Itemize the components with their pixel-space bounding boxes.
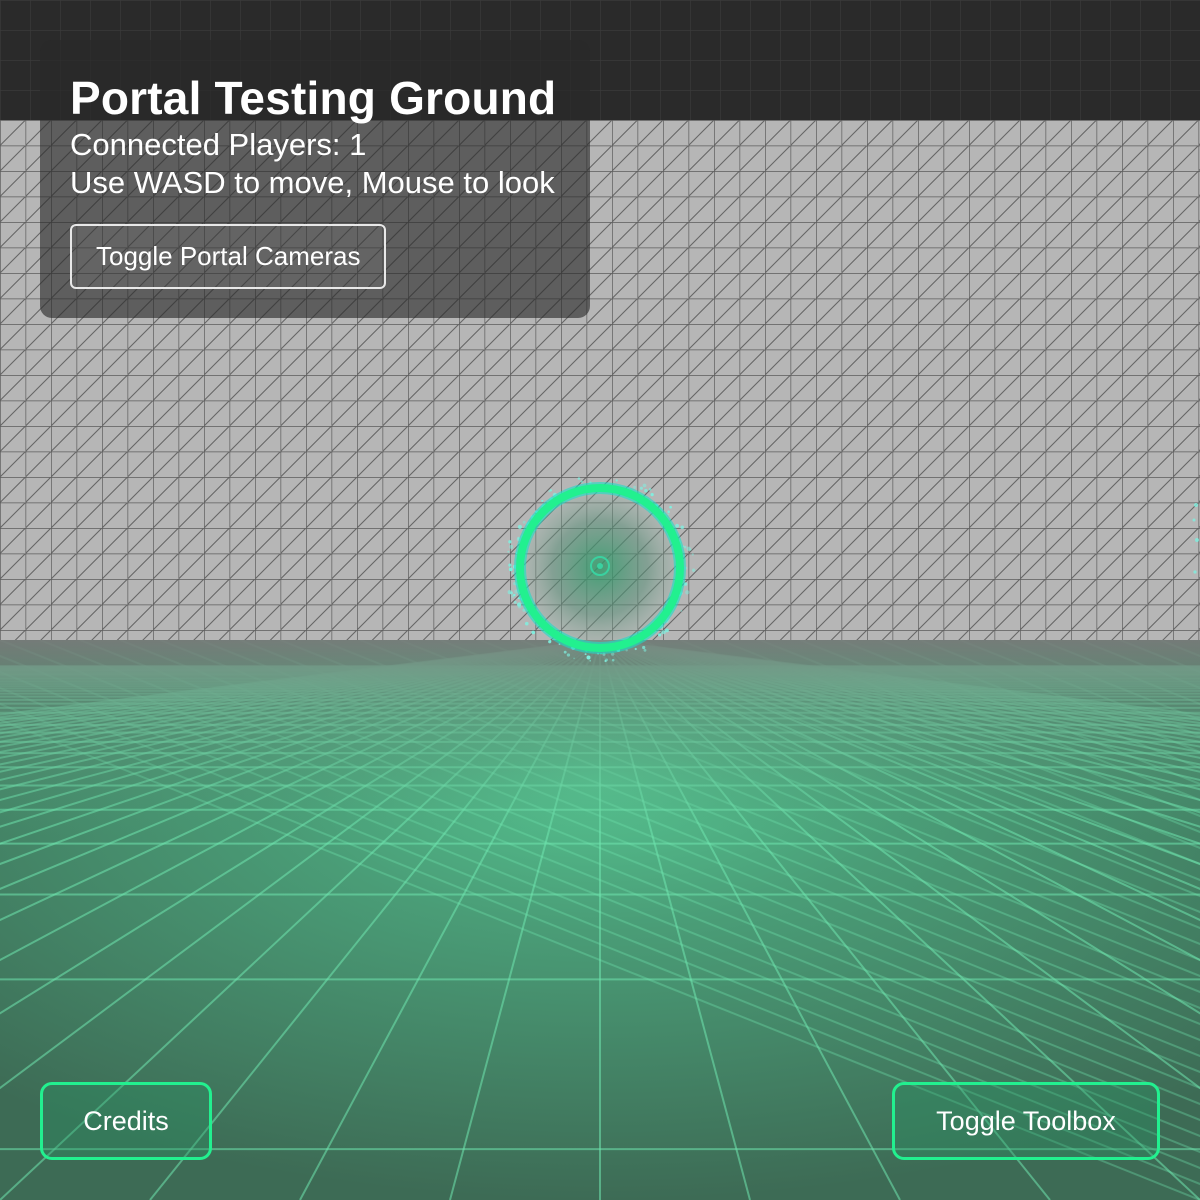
credits-button[interactable]: Credits (40, 1082, 212, 1160)
hud-panel: Portal Testing Ground Connected Players:… (40, 40, 590, 318)
controls-instructions: Use WASD to move, Mouse to look (70, 165, 555, 200)
game-title: Portal Testing Ground (70, 72, 557, 124)
connected-players-text: Connected Players: 1 (70, 127, 367, 162)
toggle-portal-cameras-button[interactable]: Toggle Portal Cameras (70, 224, 387, 289)
game-viewport[interactable]: Portal Testing Ground Connected Players:… (0, 0, 1200, 1200)
toggle-toolbox-button[interactable]: Toggle Toolbox (892, 1082, 1160, 1160)
